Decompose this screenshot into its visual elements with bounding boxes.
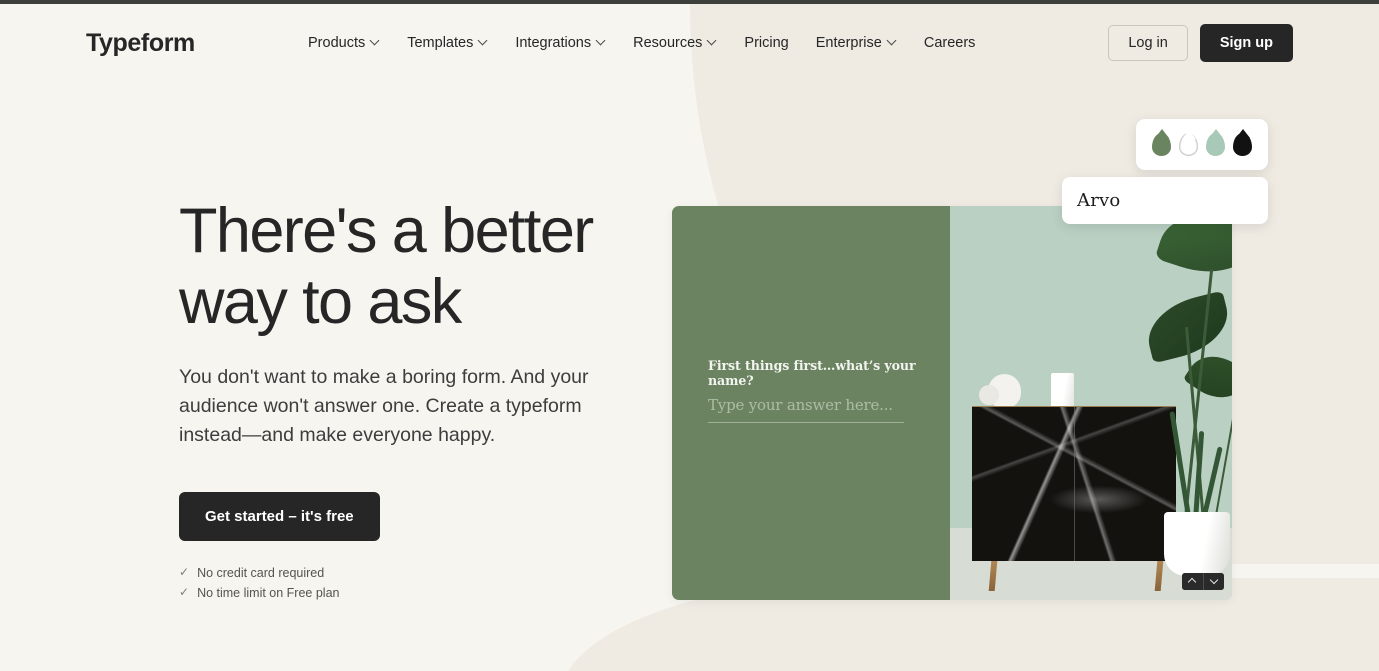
color-swatch-olive-green[interactable] [1152, 133, 1171, 156]
font-picker-card[interactable]: Arvo [1062, 177, 1268, 224]
login-button[interactable]: Log in [1108, 25, 1188, 61]
hero-title: There's a better way to ask [179, 196, 639, 337]
site-header: Typeform Products Templates Integrations… [0, 4, 1379, 82]
main-navigation: Products Templates Integrations Resource… [308, 35, 975, 51]
form-preview-card[interactable]: First things first…what’s your name? Typ… [672, 206, 1232, 600]
auth-buttons: Log in Sign up [1108, 24, 1293, 62]
nav-label-templates: Templates [407, 35, 474, 51]
chevron-down-icon [597, 37, 606, 46]
hero-title-line-1: There's a better [179, 196, 594, 266]
next-question-button[interactable] [1203, 573, 1224, 590]
nav-item-products[interactable]: Products [308, 35, 380, 51]
perk-label: No time limit on Free plan [197, 585, 340, 600]
chevron-down-icon [888, 37, 897, 46]
nav-label-integrations: Integrations [515, 35, 592, 51]
previous-question-button[interactable] [1182, 573, 1203, 590]
hero-section: There's a better way to ask You don't wa… [179, 196, 639, 603]
nav-item-careers[interactable]: Careers [924, 35, 976, 51]
nav-item-templates[interactable]: Templates [407, 35, 488, 51]
nav-item-integrations[interactable]: Integrations [515, 35, 606, 51]
form-question-text: First things first…what’s your name? [708, 358, 916, 388]
photo-plant-pot [1164, 512, 1230, 576]
font-name-label: Arvo [1077, 190, 1121, 211]
color-swatch-sage-mint[interactable] [1206, 133, 1225, 156]
perk-label: No credit card required [197, 565, 325, 580]
form-navigation-arrows [1182, 573, 1224, 590]
nav-item-pricing[interactable]: Pricing [744, 35, 788, 51]
nav-label-careers: Careers [923, 35, 976, 51]
photo-vase [1051, 373, 1074, 409]
photo-sculpture [979, 374, 1021, 408]
nav-label-enterprise: Enterprise [815, 35, 882, 51]
signup-button[interactable]: Sign up [1199, 24, 1293, 62]
chevron-down-icon [708, 37, 717, 46]
check-icon: ✓ [179, 565, 190, 580]
color-palette-card [1136, 119, 1268, 170]
get-started-button[interactable]: Get started – it's free [179, 491, 380, 541]
check-icon: ✓ [179, 585, 190, 600]
chevron-up-icon [1189, 578, 1196, 585]
chevron-down-icon [479, 37, 488, 46]
perk-item: ✓ No time limit on Free plan [179, 583, 639, 603]
form-preview-photo [950, 206, 1232, 600]
hero-title-line-2: way to ask [179, 266, 462, 337]
perk-item: ✓ No credit card required [179, 563, 639, 583]
hero-subtitle: You don't want to make a boring form. An… [179, 366, 589, 446]
perks-list: ✓ No credit card required ✓ No time limi… [179, 563, 639, 604]
form-question-panel: First things first…what’s your name? Typ… [672, 206, 950, 600]
color-swatch-near-black[interactable] [1233, 133, 1252, 156]
chevron-down-icon [1211, 578, 1218, 585]
photo-marble-credenza [972, 406, 1176, 561]
browser-top-strip [0, 0, 1379, 4]
nav-item-enterprise[interactable]: Enterprise [816, 35, 897, 51]
nav-label-pricing: Pricing [744, 35, 789, 51]
nav-item-resources[interactable]: Resources [633, 35, 717, 51]
nav-label-resources: Resources [633, 35, 703, 51]
form-answer-input[interactable]: Type your answer here... [708, 396, 904, 423]
typeform-logo[interactable]: Typeform [86, 29, 195, 58]
color-swatch-white[interactable] [1179, 133, 1198, 156]
nav-label-products: Products [308, 35, 366, 51]
chevron-down-icon [371, 37, 380, 46]
